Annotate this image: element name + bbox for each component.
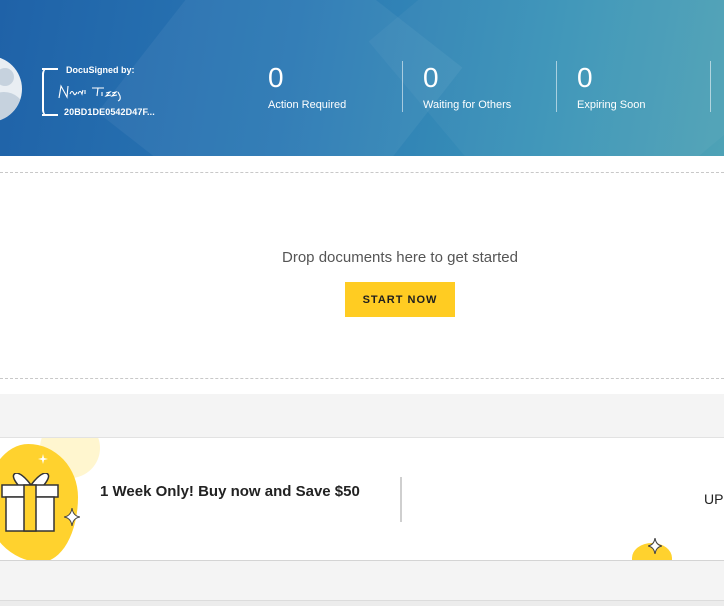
stat-label: Expiring Soon	[577, 99, 646, 111]
start-now-button[interactable]: START NOW	[345, 282, 455, 317]
stat-divider	[402, 61, 403, 112]
docusign-stamp: DocuSigned by: 20BD1DE0542D47F...	[42, 65, 172, 117]
drop-zone-border	[0, 172, 724, 173]
stat-expiring-soon[interactable]: 0 Expiring Soon	[577, 62, 646, 111]
stat-count: 0	[423, 62, 439, 93]
avatar-icon[interactable]	[0, 56, 22, 122]
stat-count: 0	[577, 62, 593, 93]
stat-waiting-for-others[interactable]: 0 Waiting for Others	[423, 62, 511, 111]
document-drop-zone[interactable]: Drop documents here to get started START…	[0, 156, 724, 394]
promo-message: 1 Week Only! Buy now and Save $50	[100, 483, 360, 500]
signature-icon	[58, 84, 121, 102]
stat-label: Waiting for Others	[423, 99, 512, 111]
stat-action-required[interactable]: 0 Action Required	[268, 62, 346, 111]
stat-divider	[556, 61, 557, 112]
banner-decoration	[368, 0, 724, 156]
drop-zone-prompt: Drop documents here to get started	[282, 249, 518, 266]
gift-icon	[1, 473, 59, 532]
stat-divider	[710, 61, 711, 112]
sparkle-icon	[64, 508, 80, 526]
drop-zone-border	[0, 378, 724, 379]
stat-label: Action Required	[268, 99, 347, 111]
next-section-edge	[0, 600, 724, 606]
docusign-title: DocuSigned by:	[66, 65, 135, 75]
header-banner: DocuSigned by: 20BD1DE0542D47F... 0 Acti…	[0, 0, 724, 156]
sparkle-icon	[648, 538, 662, 554]
stat-count: 0	[268, 62, 284, 93]
promo-banner[interactable]: 1 Week Only! Buy now and Save $50 UP	[0, 437, 724, 561]
promo-divider	[400, 477, 402, 522]
sparkle-icon	[38, 454, 48, 464]
docusign-envelope-id: 20BD1DE0542D47F...	[64, 107, 155, 117]
upgrade-link[interactable]: UP	[704, 491, 723, 507]
